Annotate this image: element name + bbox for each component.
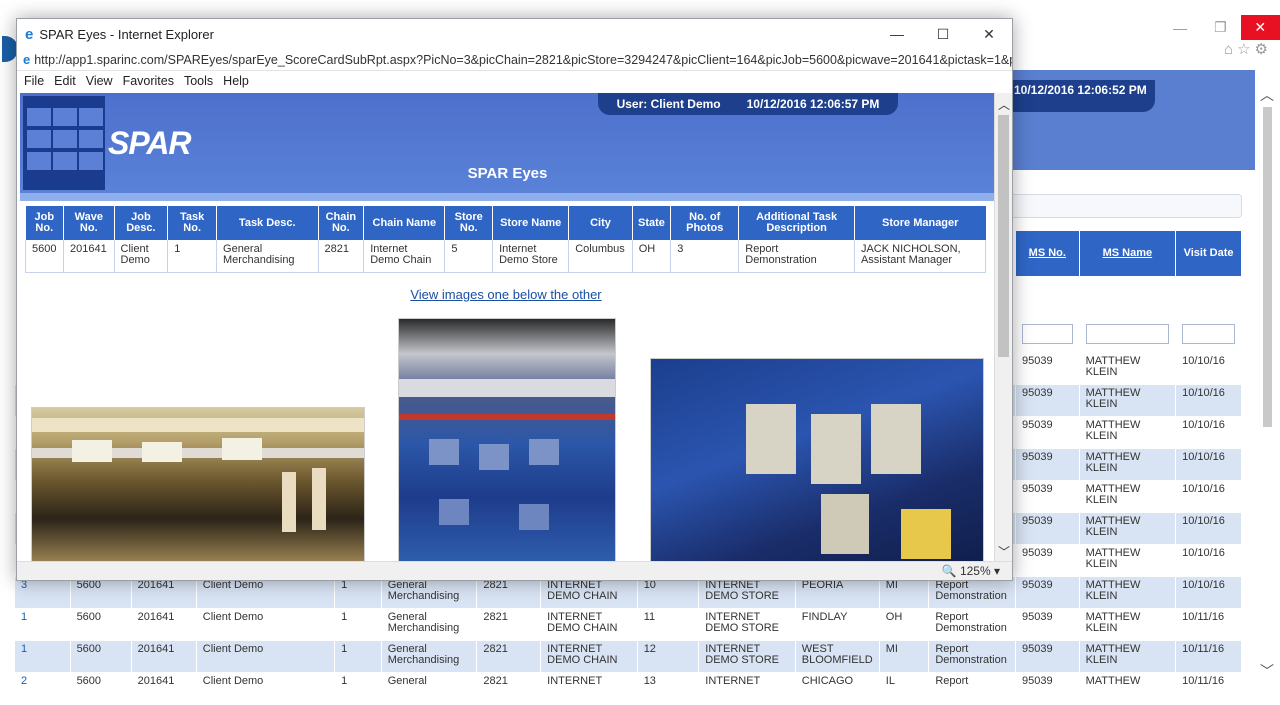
header-wave-no: Wave No. (63, 206, 115, 240)
minimize-icon[interactable]: — (874, 19, 920, 49)
background-datetime: 10/12/2016 12:06:52 PM (1010, 80, 1155, 112)
column-header-ms-name[interactable]: MS Name (1078, 230, 1177, 277)
scroll-down-icon[interactable]: ﹀ (998, 543, 1010, 560)
header-state: State (632, 206, 672, 240)
status-bar: 🔍 125% ▾ (17, 561, 1012, 580)
store-no-value: 5 (444, 240, 494, 273)
chain-name-value: Internet Demo Chain (363, 240, 446, 273)
background-back-button[interactable] (0, 30, 18, 70)
visit-date-filter-input[interactable] (1182, 324, 1235, 344)
user-label: User: Client Demo (616, 97, 721, 111)
city-value: Columbus (568, 240, 633, 273)
menu-file[interactable]: File (24, 74, 44, 88)
home-icon[interactable]: ⌂ (1224, 41, 1237, 58)
state-value: OH (632, 240, 672, 273)
favorites-star-icon[interactable]: ☆ (1237, 41, 1254, 58)
wave-no-value: 201641 (63, 240, 115, 273)
job-no-value: 5600 (24, 240, 65, 273)
banner-underbar (20, 193, 995, 201)
menu-help[interactable]: Help (223, 74, 249, 88)
store-name-value: Internet Demo Store (492, 240, 570, 273)
scroll-up-icon[interactable]: ︿ (1260, 85, 1274, 105)
page-banner: SPAR User: Client Demo 10/12/2016 12:06:… (20, 93, 995, 201)
pic-link[interactable]: 1 (21, 643, 27, 655)
table-row: 1 5600 201641 Client Demo 1 General Merchan… (14, 640, 1242, 673)
additional-task-value: Report Demonstration (738, 240, 855, 273)
scroll-up-icon[interactable]: ︿ (998, 96, 1010, 113)
user-info-bar: User: Client Demo 10/12/2016 12:06:57 PM (598, 93, 898, 115)
page-favicon-icon: e (23, 52, 31, 67)
header-chain-no: Chain No. (318, 206, 365, 240)
page-title: SPAR Eyes (467, 165, 548, 182)
table-row: 1 5600 201641 Client Demo 1 General Merchan… (14, 608, 1242, 641)
url-text[interactable]: http://app1.sparinc.com/SPAREyes/sparEye… (34, 53, 1012, 67)
header-store-manager: Store Manager (854, 206, 986, 240)
header-city: City (568, 206, 633, 240)
ms-no-filter-input[interactable] (1022, 324, 1073, 344)
view-images-link[interactable]: View images one below the other (17, 287, 995, 302)
header-store-no: Store No. (444, 206, 494, 240)
menu-view[interactable]: View (86, 74, 113, 88)
zoom-control[interactable]: 🔍 125% ▾ (942, 564, 1000, 578)
maximize-icon[interactable]: ☐ (920, 19, 966, 49)
scroll-down-icon[interactable]: ﹀ (1260, 661, 1274, 681)
job-desc-value: Client Demo (114, 240, 169, 273)
menu-tools[interactable]: Tools (184, 74, 213, 88)
browser-toolbar-icons: ⌂☆⚙ (1224, 40, 1272, 58)
header-task-no: Task No. (167, 206, 218, 240)
pic-link[interactable]: 1 (21, 611, 27, 623)
task-no-value: 1 (167, 240, 218, 273)
page-content: SPAR User: Client Demo 10/12/2016 12:06:… (17, 93, 995, 563)
popup-browser-window: e SPAR Eyes - Internet Explorer — ☐ ✕ e … (16, 18, 1013, 581)
gear-icon[interactable]: ⚙ (1255, 41, 1272, 58)
minimize-icon[interactable]: — (1160, 15, 1200, 40)
store-photo-3[interactable] (650, 358, 984, 563)
popup-titlebar: e SPAR Eyes - Internet Explorer — ☐ ✕ (17, 19, 1012, 49)
header-job-no: Job No. (25, 206, 65, 240)
address-bar[interactable]: e http://app1.sparinc.com/SPAREyes/sparE… (17, 49, 1012, 71)
photo-count-value: 3 (670, 240, 740, 273)
task-desc-value: General Merchandising (216, 240, 319, 273)
info-data-row: 5600 201641 Client Demo 1 General Mercha… (24, 240, 987, 273)
header-task-desc: Task Desc. (216, 206, 319, 240)
menu-favorites[interactable]: Favorites (123, 74, 174, 88)
zoom-level[interactable]: 125% (960, 564, 991, 578)
spar-logo: SPAR (108, 125, 192, 161)
column-header-ms-no[interactable]: MS No. (1015, 230, 1080, 277)
column-header-visit-date: Visit Date (1175, 230, 1242, 277)
info-header-row: Job No. Wave No. Job Desc. Task No. Task… (25, 206, 986, 240)
menu-edit[interactable]: Edit (54, 74, 76, 88)
popup-scrollbar[interactable]: ︿ ﹀ (994, 93, 1012, 563)
header-photo-count: No. of Photos (670, 206, 740, 240)
maximize-icon[interactable]: ❐ (1200, 15, 1240, 40)
close-icon[interactable]: ✕ (1240, 15, 1280, 40)
job-info-table: Job No. Wave No. Job Desc. Task No. Task… (24, 206, 987, 273)
header-store-name: Store Name (492, 206, 570, 240)
header-chain-name: Chain Name (363, 206, 446, 240)
background-search-bar[interactable] (1010, 194, 1242, 218)
close-icon[interactable]: ✕ (966, 19, 1012, 49)
datetime-label: 10/12/2016 12:06:57 PM (746, 97, 880, 111)
store-photo-2[interactable] (398, 318, 616, 563)
window-title: SPAR Eyes - Internet Explorer (39, 26, 214, 42)
header-job-desc: Job Desc. (114, 206, 169, 240)
internet-explorer-icon: e (25, 25, 34, 43)
popup-window-controls: — ☐ ✕ (874, 19, 1012, 49)
chain-no-value: 2821 (318, 240, 365, 273)
table-row: 3 5600 201641 Client Demo 1 General Merchan… (14, 576, 1242, 609)
scroll-thumb[interactable] (998, 115, 1009, 357)
background-scrollbar[interactable]: ︿ ﹀ (1255, 85, 1280, 685)
pic-link[interactable]: 2 (21, 675, 27, 687)
scroll-thumb[interactable] (1263, 107, 1272, 427)
menu-bar: File Edit View Favorites Tools Help (17, 71, 1012, 91)
ms-name-filter-input[interactable] (1085, 324, 1170, 344)
header-additional-task: Additional Task Description (738, 206, 855, 240)
store-photo-1[interactable] (31, 407, 365, 563)
store-manager-value: JACK NICHOLSON, Assistant Manager (854, 240, 987, 273)
